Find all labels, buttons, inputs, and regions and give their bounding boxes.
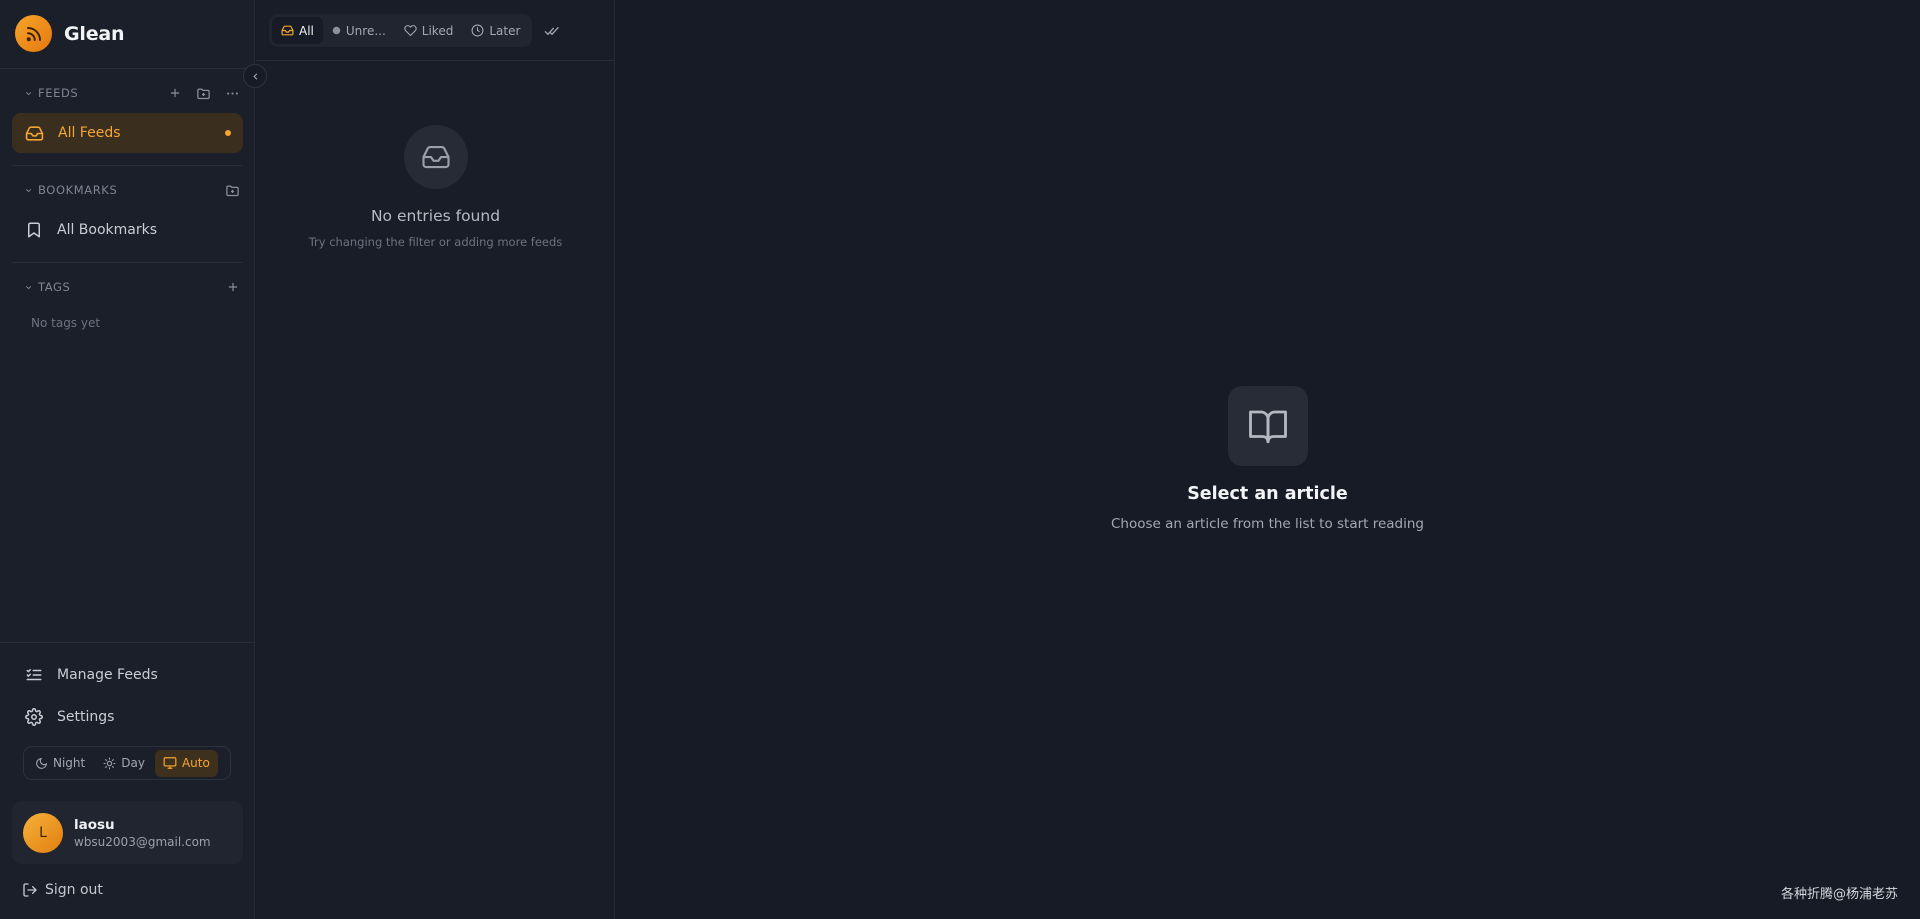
sidebar-item-label: All Bookmarks [57, 222, 158, 238]
avatar: L [23, 812, 63, 853]
book-open-icon [1247, 405, 1289, 447]
reader-empty-title: Select an article [1187, 484, 1348, 504]
divider [256, 60, 615, 61]
add-feed-icon[interactable] [168, 86, 182, 100]
settings-button[interactable]: Settings [12, 697, 243, 737]
chevron-down-icon [24, 283, 33, 292]
feeds-section-header[interactable]: FEEDS [24, 85, 240, 101]
add-tag-icon[interactable] [226, 280, 240, 294]
check-check-icon[interactable] [544, 23, 560, 39]
user-card[interactable]: L laosu wbsu2003@gmail.com [12, 801, 243, 864]
inbox-icon [25, 124, 44, 143]
chevron-down-icon [24, 186, 33, 195]
collapse-sidebar-button[interactable] [243, 64, 267, 88]
inbox-icon [421, 142, 451, 172]
filter-tab-label: Liked [421, 23, 454, 38]
tags-section-title: TAGS [38, 280, 71, 294]
theme-day-button[interactable]: Day [95, 750, 153, 777]
divider [12, 165, 243, 166]
divider [0, 642, 255, 643]
theme-night-button[interactable]: Night [27, 750, 93, 777]
chevron-down-icon [24, 89, 33, 98]
entry-list-pane: All Unre... Liked Later No entries found… [256, 0, 615, 919]
watermark: 各种折腾@杨浦老苏 [1780, 887, 1898, 902]
sidebar: Glean FEEDS All Feeds BOOKMARKS All Book… [0, 0, 255, 919]
filter-tab-label: All [299, 23, 314, 38]
circle-icon [332, 26, 341, 35]
theme-night-label: Night [53, 756, 86, 770]
filter-tab-label: Unre... [345, 23, 386, 38]
monitor-icon [163, 756, 177, 770]
sidebar-item-all-bookmarks[interactable]: All Bookmarks [12, 210, 243, 250]
divider [12, 262, 243, 263]
tags-section-header[interactable]: TAGS [24, 279, 240, 295]
empty-entries-title: No entries found [370, 207, 501, 225]
feeds-section-title: FEEDS [38, 86, 79, 100]
theme-day-label: Day [121, 756, 145, 770]
filter-bar: All Unre... Liked Later [269, 14, 560, 47]
filter-tab-later[interactable]: Later [462, 17, 529, 44]
manage-feeds-button[interactable]: Manage Feeds [12, 655, 243, 695]
settings-label: Settings [57, 709, 115, 725]
empty-inbox-illustration [404, 125, 468, 189]
user-email: wbsu2003@gmail.com [74, 834, 211, 849]
rss-icon [15, 15, 52, 52]
divider [0, 68, 255, 69]
gear-icon [25, 708, 43, 726]
no-tags-text: No tags yet [31, 316, 101, 330]
book-open-illustration [1228, 386, 1308, 466]
reader-empty-subtitle: Choose an article from the list to start… [1110, 516, 1425, 532]
inbox-icon [281, 24, 294, 37]
filter-tabs: All Unre... Liked Later [269, 14, 533, 47]
filter-tab-unread[interactable]: Unre... [323, 17, 395, 44]
bookmark-icon [25, 221, 43, 239]
sun-icon [103, 757, 116, 770]
sidebar-item-label: All Feeds [58, 125, 121, 141]
filter-tab-all[interactable]: All [272, 17, 323, 44]
app-name: Glean [64, 22, 125, 45]
user-name: laosu [74, 816, 115, 833]
filter-tab-liked[interactable]: Liked [395, 17, 463, 44]
filter-tab-label: Later [489, 23, 521, 38]
moon-icon [35, 757, 48, 770]
theme-auto-label: Auto [181, 756, 210, 770]
bookmarks-section-header[interactable]: BOOKMARKS [24, 182, 240, 198]
list-checks-icon [25, 666, 43, 684]
manage-feeds-label: Manage Feeds [57, 667, 158, 683]
sidebar-item-all-feeds[interactable]: All Feeds [12, 113, 243, 153]
theme-auto-button[interactable]: Auto [154, 749, 218, 777]
bookmarks-section-title: BOOKMARKS [38, 183, 118, 197]
brand[interactable]: Glean [15, 15, 125, 52]
heart-icon [404, 24, 417, 37]
folder-plus-icon[interactable] [225, 183, 240, 198]
more-horizontal-icon[interactable] [225, 86, 240, 101]
sign-out-label: Sign out [45, 882, 103, 898]
reader-pane: Select an article Choose an article from… [615, 0, 1920, 919]
chevron-left-icon [250, 71, 261, 82]
log-out-icon [22, 882, 38, 898]
sign-out-button[interactable]: Sign out [22, 882, 103, 898]
empty-entries-subtitle: Try changing the filter or adding more f… [308, 235, 563, 249]
unread-dot [225, 130, 231, 136]
theme-switch: Night Day Auto [23, 746, 231, 780]
clock-icon [471, 24, 484, 37]
folder-plus-icon[interactable] [196, 86, 211, 101]
